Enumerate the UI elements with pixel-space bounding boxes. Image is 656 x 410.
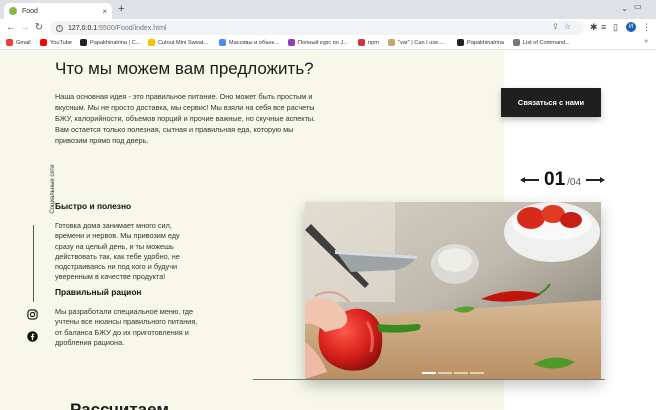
bookmark-label: Papakhinalrina bbox=[467, 39, 505, 46]
bookmark-label: Cutout Mini Sweat... bbox=[158, 39, 209, 46]
slider-dot[interactable] bbox=[438, 372, 452, 374]
bookmark-label: Массивы и объек... bbox=[229, 39, 279, 46]
bookmark-label: "var" | Can I use.... bbox=[398, 39, 445, 46]
reload-icon[interactable]: ↻ bbox=[33, 22, 45, 34]
new-tab-button[interactable]: + bbox=[118, 3, 124, 15]
url-path: :5500/Food/index.html bbox=[97, 24, 167, 32]
bookmark-label: Gmail bbox=[16, 39, 31, 46]
bookmarks-bar: Gmail YouTube Papakhinalrina | C... Cuto… bbox=[0, 37, 656, 50]
social-divider bbox=[33, 225, 34, 302]
address-bar[interactable]: i 127.0.0.1 :5500/Food/index.html ⇪☆ bbox=[50, 21, 584, 35]
bookmark-label: List of Command... bbox=[523, 39, 570, 46]
share-and-bookmark-icons[interactable]: ⇪☆ bbox=[552, 22, 576, 31]
contact-button[interactable]: Связаться с нами bbox=[501, 88, 601, 117]
page-viewport: Что мы можем вам предложить? Наша основн… bbox=[0, 50, 656, 410]
side-panel-icon[interactable]: ▯ bbox=[613, 22, 618, 33]
intro-text: Наша основная идея - это правильное пита… bbox=[55, 92, 316, 145]
feature-title-diet: Правильный рацион bbox=[55, 287, 142, 297]
bookmark-js-course[interactable]: Полный курс по J... bbox=[288, 39, 348, 46]
back-icon[interactable]: ← bbox=[5, 22, 17, 34]
bookmark-github-profile[interactable]: Papakhinalrina | C... bbox=[80, 39, 140, 46]
github-icon bbox=[457, 39, 464, 46]
bookmark-npm[interactable]: npm bbox=[358, 39, 379, 46]
slider-prev-line bbox=[525, 179, 539, 181]
bookmark-label: npm bbox=[368, 39, 379, 46]
extensions-icon[interactable]: ✱ bbox=[590, 22, 598, 33]
browser-tab[interactable]: Food × bbox=[4, 3, 112, 19]
profile-avatar[interactable]: И bbox=[626, 22, 636, 32]
slider-total: /04 bbox=[567, 177, 582, 188]
browser-toolbar: ← → ↻ i 127.0.0.1 :5500/Food/index.html … bbox=[0, 19, 656, 37]
tab-strip: Food × + ⌄ ▭ bbox=[0, 0, 656, 19]
media-queue-icon[interactable]: ≡ bbox=[601, 22, 606, 32]
gmail-icon bbox=[6, 39, 13, 46]
feature-text-diet: Мы разработали специальное меню, где учт… bbox=[55, 307, 198, 347]
course-icon bbox=[288, 39, 295, 46]
bookmark-commands[interactable]: List of Command... bbox=[513, 39, 570, 46]
facebook-icon[interactable] bbox=[27, 331, 38, 342]
next-section-heading: Рассчитаем bbox=[70, 400, 169, 410]
slider-dot[interactable] bbox=[470, 372, 484, 374]
bookmark-github-repo[interactable]: Papakhinalrina bbox=[457, 39, 504, 46]
chrome-menu-icon[interactable]: ⋮ bbox=[642, 22, 651, 33]
window-controls-icon[interactable]: ▭ bbox=[634, 2, 650, 14]
bookmark-gmail[interactable]: Gmail bbox=[6, 39, 31, 46]
slider-dot[interactable] bbox=[454, 372, 468, 374]
slider-dots bbox=[422, 372, 484, 374]
slider-current: 01 bbox=[544, 169, 566, 190]
instagram-icon[interactable] bbox=[27, 309, 38, 320]
cutout-icon bbox=[148, 39, 155, 46]
pepper-cutting-photo bbox=[305, 202, 601, 379]
slider-next-line bbox=[586, 179, 601, 181]
slider-next-arrow-icon[interactable] bbox=[600, 177, 606, 183]
bookmark-label: Полный курс по J... bbox=[298, 39, 348, 46]
arrays-site-icon bbox=[219, 39, 226, 46]
site-info-icon[interactable]: i bbox=[56, 24, 63, 32]
feature-text-fast: Готовка дома занимает много сил, времени… bbox=[55, 221, 180, 282]
slider-counter: 01 /04 bbox=[520, 169, 606, 191]
forward-icon[interactable]: → bbox=[19, 22, 31, 34]
url-host: 127.0.0.1 bbox=[68, 24, 98, 32]
github-icon bbox=[80, 39, 87, 46]
document-icon bbox=[513, 39, 520, 46]
bookmark-cutout[interactable]: Cutout Mini Sweat... bbox=[148, 39, 208, 46]
slider-baseline bbox=[253, 379, 605, 380]
bookmark-caniuse[interactable]: "var" | Can I use.... bbox=[388, 39, 444, 46]
caniuse-icon bbox=[388, 39, 395, 46]
tab-title: Food bbox=[22, 7, 38, 15]
tab-search-chevron-icon[interactable]: ⌄ bbox=[621, 4, 628, 13]
bookmarks-overflow-icon[interactable]: » bbox=[644, 38, 648, 45]
section-heading: Что мы можем вам предложить? bbox=[55, 59, 314, 78]
youtube-icon bbox=[40, 39, 47, 46]
bookmark-label: YouTube bbox=[50, 39, 72, 46]
slider-image bbox=[305, 202, 601, 379]
bookmark-arrays[interactable]: Массивы и объек... bbox=[219, 39, 279, 46]
tab-favicon-icon bbox=[9, 7, 17, 15]
npm-icon bbox=[358, 39, 365, 46]
slider-dot[interactable] bbox=[422, 372, 436, 374]
bookmark-label: Papakhinalrina | C... bbox=[90, 39, 141, 46]
bookmark-youtube[interactable]: YouTube bbox=[40, 39, 72, 46]
feature-title-fast: Быстро и полезно bbox=[55, 201, 132, 211]
tab-close-icon[interactable]: × bbox=[102, 7, 107, 16]
